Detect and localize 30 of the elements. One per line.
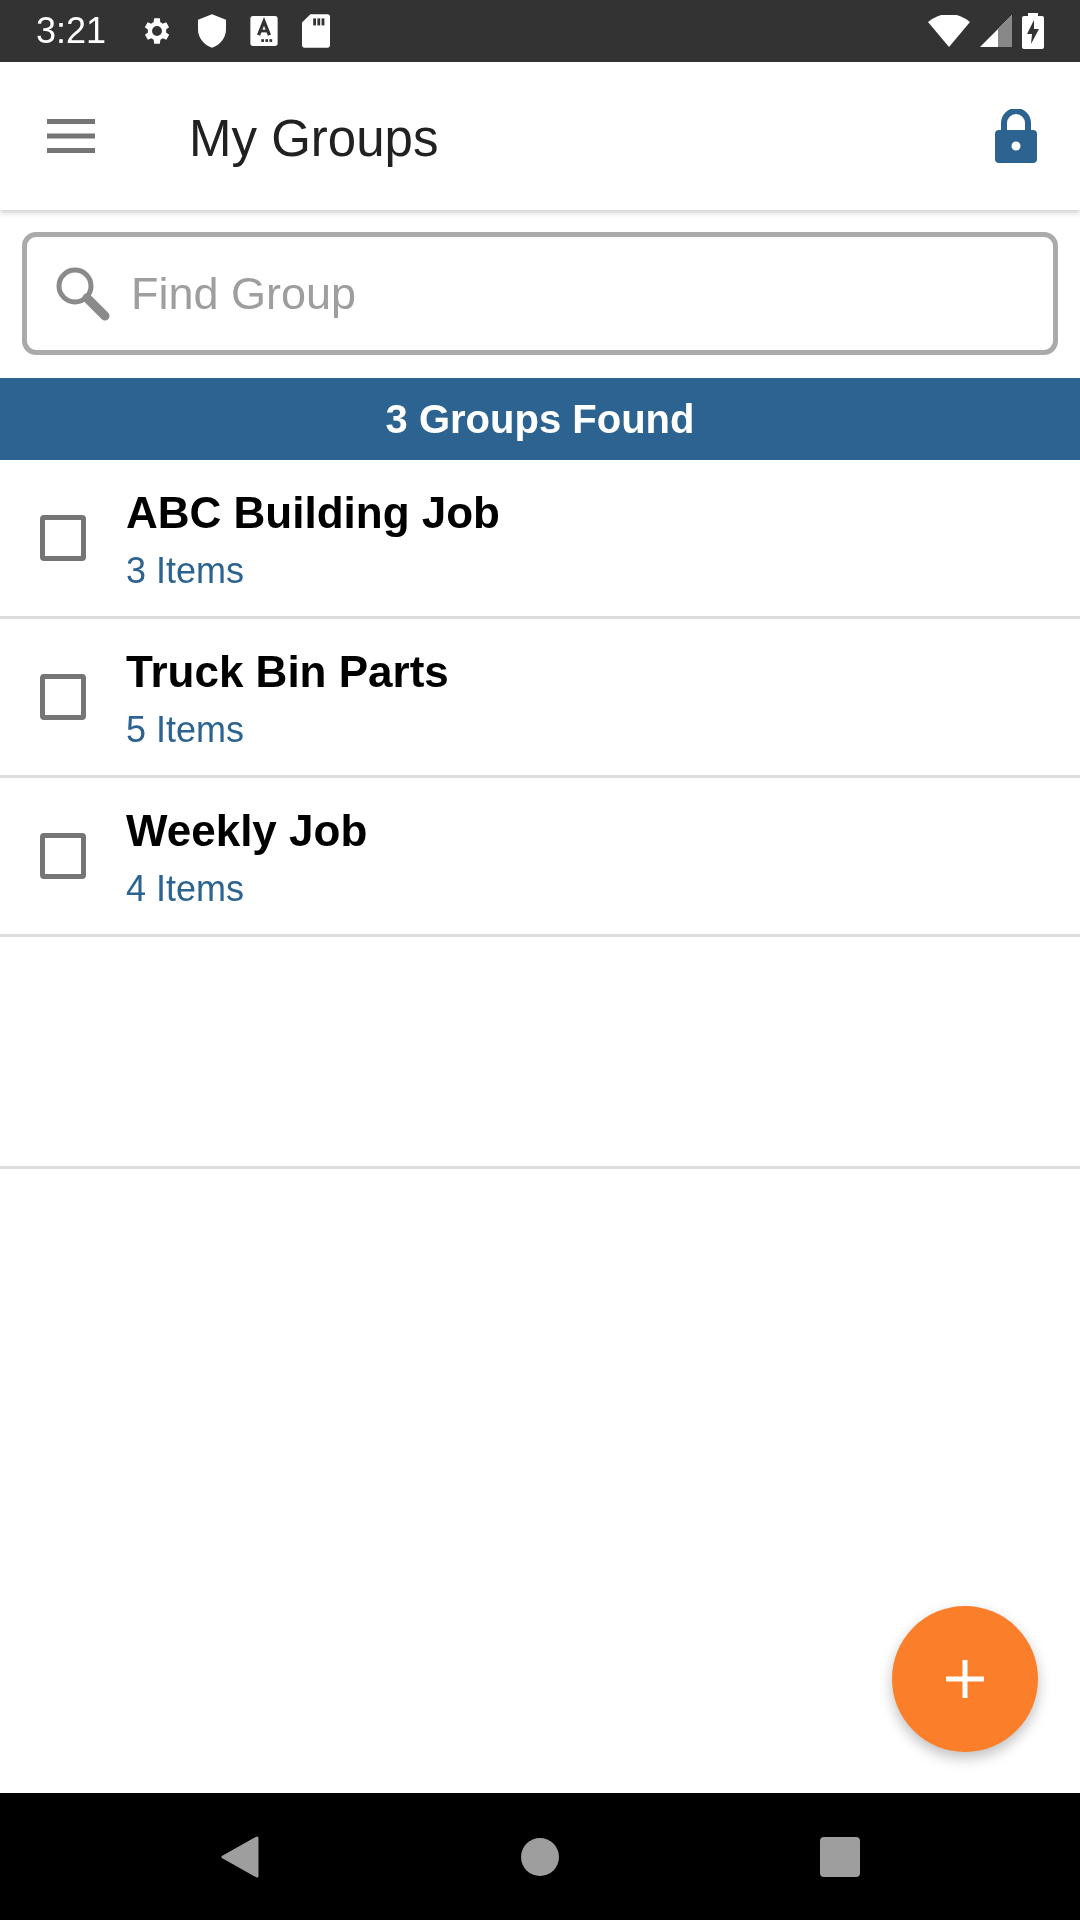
signal-icon — [980, 15, 1012, 47]
checkbox[interactable] — [40, 515, 86, 561]
checkbox[interactable] — [40, 833, 86, 879]
search-field[interactable]: Find Group — [22, 232, 1058, 355]
item-count: 4 Items — [126, 868, 246, 910]
group-row[interactable]: ABC Building Job 3 Items — [0, 460, 1080, 619]
add-button[interactable] — [892, 1606, 1038, 1752]
battery-charging-icon — [1022, 13, 1044, 49]
clock-time: 3:21 — [36, 10, 107, 52]
results-banner: 3 Groups Found — [0, 378, 1080, 460]
menu-icon[interactable] — [47, 119, 95, 153]
wifi-icon — [928, 15, 970, 47]
screen-title: My Groups — [189, 108, 439, 168]
lock-icon[interactable] — [995, 109, 1037, 163]
search-icon — [54, 265, 110, 321]
recents-icon — [820, 1836, 860, 1877]
shield-icon — [198, 14, 227, 48]
sd-card-icon — [302, 14, 331, 48]
group-name: Weekly Job — [126, 806, 368, 856]
plus-icon — [946, 1660, 984, 1698]
item-count: 3 Items — [126, 550, 246, 592]
notification-box-icon — [250, 16, 279, 46]
group-name: Truck Bin Parts — [126, 647, 449, 697]
back-icon — [221, 1835, 259, 1878]
item-count: 5 Items — [126, 709, 246, 751]
home-icon — [521, 1837, 559, 1876]
group-row[interactable]: Weekly Job 4 Items — [0, 778, 1080, 937]
group-row[interactable]: Truck Bin Parts 5 Items — [0, 619, 1080, 778]
checkbox[interactable] — [40, 674, 86, 720]
group-name: ABC Building Job — [126, 488, 500, 538]
